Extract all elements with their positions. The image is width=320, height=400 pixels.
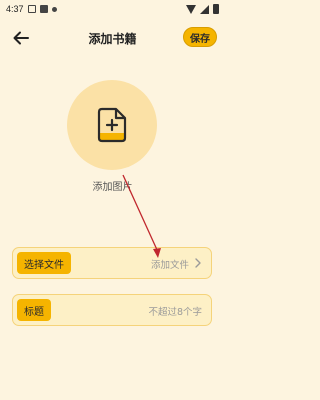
app-header: 添加书籍 保存 <box>0 22 225 54</box>
title-input[interactable]: 不超过8个字 <box>148 304 202 318</box>
select-file-row[interactable]: 选择文件 添加文件 <box>12 247 212 279</box>
file-add-icon <box>97 107 127 143</box>
status-left: 4:37 <box>6 4 57 14</box>
cover-label: 添加图片 <box>92 182 133 193</box>
chevron-right-icon <box>195 258 201 268</box>
app-notification-icon <box>39 5 48 13</box>
add-cover-button[interactable] <box>67 80 157 170</box>
battery-icon <box>213 4 219 14</box>
gallery-notification-icon <box>27 5 36 13</box>
status-right <box>186 4 219 14</box>
select-file-tag: 选择文件 <box>17 252 71 274</box>
status-time: 4:37 <box>6 4 24 14</box>
save-button[interactable]: 保存 <box>183 27 217 47</box>
annotation-arrow <box>122 174 161 258</box>
dot-notification-icon <box>51 6 57 12</box>
title-row[interactable]: 标题 不超过8个字 <box>12 294 212 326</box>
status-bar: 4:37 <box>0 0 225 18</box>
signal-icon <box>200 4 209 14</box>
file-value: 添加文件 <box>150 260 189 271</box>
wifi-icon <box>186 4 196 14</box>
title-tag: 标题 <box>17 299 51 321</box>
